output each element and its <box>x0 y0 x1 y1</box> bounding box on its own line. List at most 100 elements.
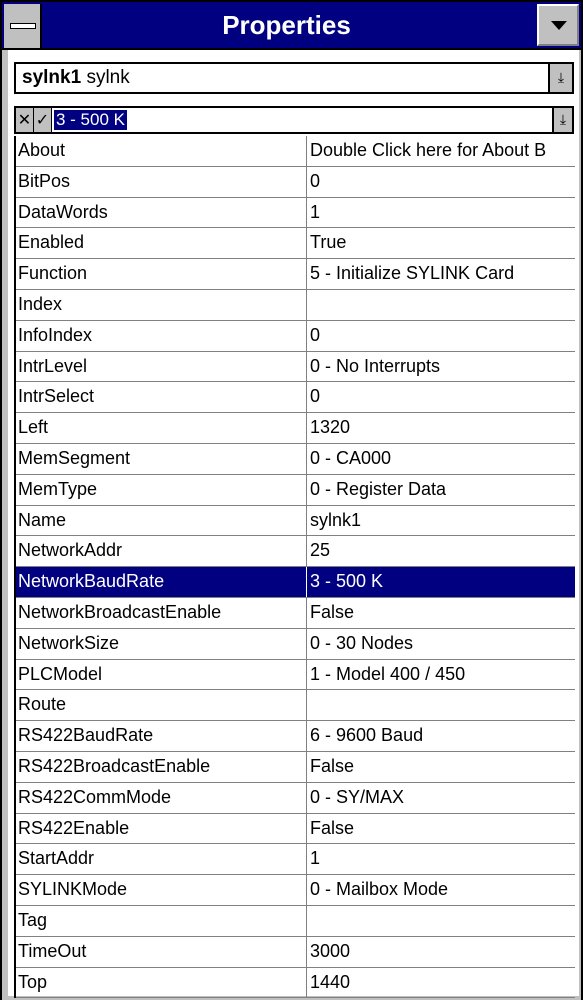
property-row[interactable]: Function 5 - Initialize SYLINK Card <box>16 259 575 290</box>
value-edit-bar[interactable]: ✕ ✓ 3 - 500 K ⤓ <box>14 106 574 134</box>
property-row[interactable]: Top 1440 <box>16 967 576 999</box>
property-row[interactable]: MemSegment 0 - CA000 <box>16 443 576 475</box>
property-row[interactable]: RS422CommMode 0 - SY/MAX <box>16 782 576 814</box>
property-row[interactable]: MemType 0 - Register Data <box>16 474 576 506</box>
property-value[interactable]: True <box>310 228 576 257</box>
property-name: IntrSelect <box>18 386 95 407</box>
property-row[interactable]: TimeOut 3000 <box>16 936 576 968</box>
property-value[interactable] <box>310 906 576 935</box>
property-value[interactable]: 1 <box>310 844 576 873</box>
maximize-arrow-icon <box>551 21 567 30</box>
object-name: sylnk1 <box>22 67 82 88</box>
value-dropdown-button[interactable]: ⤓ <box>552 108 572 132</box>
property-name: NetworkBroadcastEnable <box>18 601 222 622</box>
property-name: PLCModel <box>18 663 103 684</box>
column-separator <box>306 228 307 259</box>
property-value[interactable] <box>310 290 576 319</box>
property-value[interactable]: 0 - 30 Nodes <box>310 629 576 658</box>
column-separator <box>306 844 307 875</box>
property-row[interactable]: NetworkBroadcastEnable False <box>16 597 576 629</box>
column-separator <box>306 659 307 690</box>
property-row[interactable]: IntrSelect 0 <box>16 382 576 414</box>
property-value[interactable]: 3000 <box>310 937 576 966</box>
property-value[interactable]: 5 - Initialize SYLINK Card <box>310 259 576 288</box>
cancel-edit-button[interactable]: ✕ <box>16 108 34 132</box>
property-row[interactable]: About Double Click here for About B <box>16 136 575 167</box>
property-row[interactable]: RS422Enable False <box>16 813 576 845</box>
property-row[interactable]: NetworkBaudRate 3 - 500 K <box>16 567 575 598</box>
object-type: sylnk <box>86 67 130 88</box>
property-value[interactable]: 0 <box>310 167 576 196</box>
property-row[interactable]: IntrLevel 0 - No Interrupts <box>16 351 576 383</box>
property-row[interactable]: Route <box>16 690 576 722</box>
column-separator <box>306 782 307 813</box>
property-value[interactable]: sylnk1 <box>310 506 576 535</box>
property-value[interactable]: 0 <box>310 382 576 411</box>
property-name: RS422BaudRate <box>18 725 154 746</box>
system-menu-button[interactable] <box>4 4 42 48</box>
column-separator <box>306 690 307 721</box>
property-name: Tag <box>18 909 48 930</box>
property-row[interactable]: NetworkAddr 25 <box>16 536 576 568</box>
property-row[interactable]: DataWords 1 <box>16 197 576 229</box>
property-row[interactable]: PLCModel 1 - Model 400 / 450 <box>16 659 576 691</box>
column-separator <box>306 967 307 998</box>
property-row[interactable]: RS422BroadcastEnable False <box>16 751 576 783</box>
property-name: IntrLevel <box>18 355 88 376</box>
maximize-button[interactable] <box>537 4 579 46</box>
column-separator <box>306 136 307 166</box>
object-selector-dropdown-button[interactable]: ⤓ <box>548 64 572 92</box>
property-value[interactable]: Double Click here for About B <box>310 136 576 165</box>
property-row[interactable]: Index <box>16 289 576 321</box>
title-bar[interactable]: Properties <box>0 0 583 50</box>
property-row[interactable]: InfoIndex 0 <box>16 320 576 352</box>
property-value[interactable]: 25 <box>310 536 576 565</box>
dropdown-arrow-icon: ⤓ <box>559 112 567 128</box>
property-row[interactable]: NetworkSize 0 - 30 Nodes <box>16 628 576 660</box>
property-value[interactable]: 0 <box>310 321 576 350</box>
column-separator <box>306 166 307 197</box>
property-row[interactable]: SYLINKMode 0 - Mailbox Mode <box>16 875 575 906</box>
column-separator <box>306 813 307 844</box>
property-value[interactable]: 1320 <box>310 413 576 442</box>
property-value[interactable]: 0 - No Interrupts <box>310 352 576 381</box>
property-name: RS422Enable <box>18 817 130 838</box>
accept-edit-button[interactable]: ✓ <box>34 108 52 132</box>
column-separator <box>306 197 307 228</box>
property-row[interactable]: BitPos 0 <box>16 166 576 198</box>
property-value[interactable]: 3 - 500 K <box>310 567 576 596</box>
property-name: NetworkBaudRate <box>18 571 165 592</box>
property-value[interactable]: 6 - 9600 Baud <box>310 721 576 750</box>
column-separator <box>306 567 307 597</box>
property-value[interactable]: 0 - Mailbox Mode <box>310 875 576 904</box>
value-edit-input[interactable]: 3 - 500 K <box>54 110 127 130</box>
property-row[interactable]: Name sylnk1 <box>16 505 576 537</box>
system-menu-icon <box>10 23 36 29</box>
property-name: Top <box>18 971 48 992</box>
object-selector[interactable]: sylnk1 sylnk ⤓ <box>14 62 574 94</box>
column-separator <box>306 259 307 289</box>
property-row[interactable]: RS422BaudRate 6 - 9600 Baud <box>16 721 575 752</box>
column-separator <box>306 289 307 320</box>
column-separator <box>306 474 307 505</box>
property-value[interactable]: False <box>310 752 576 781</box>
property-value[interactable] <box>310 690 576 719</box>
property-row[interactable]: StartAddr 1 <box>16 844 576 876</box>
column-separator <box>306 905 307 936</box>
property-value[interactable]: 0 - SY/MAX <box>310 783 576 812</box>
property-value[interactable]: 1440 <box>310 968 576 997</box>
property-value[interactable]: 1 <box>310 198 576 227</box>
property-row[interactable]: Left 1320 <box>16 413 575 444</box>
property-name: NetworkSize <box>18 632 120 653</box>
property-row[interactable]: Tag <box>16 905 576 937</box>
property-row[interactable]: Enabled True <box>16 228 576 260</box>
property-name: Function <box>18 263 88 284</box>
property-value[interactable]: False <box>310 814 576 843</box>
property-value[interactable]: 0 - CA000 <box>310 444 576 473</box>
property-value[interactable]: 0 - Register Data <box>310 475 576 504</box>
property-name: NetworkAddr <box>18 540 123 561</box>
property-name: TimeOut <box>18 940 87 961</box>
property-value[interactable]: 1 - Model 400 / 450 <box>310 660 576 689</box>
property-value[interactable]: False <box>310 598 576 627</box>
property-name: Enabled <box>18 232 85 253</box>
